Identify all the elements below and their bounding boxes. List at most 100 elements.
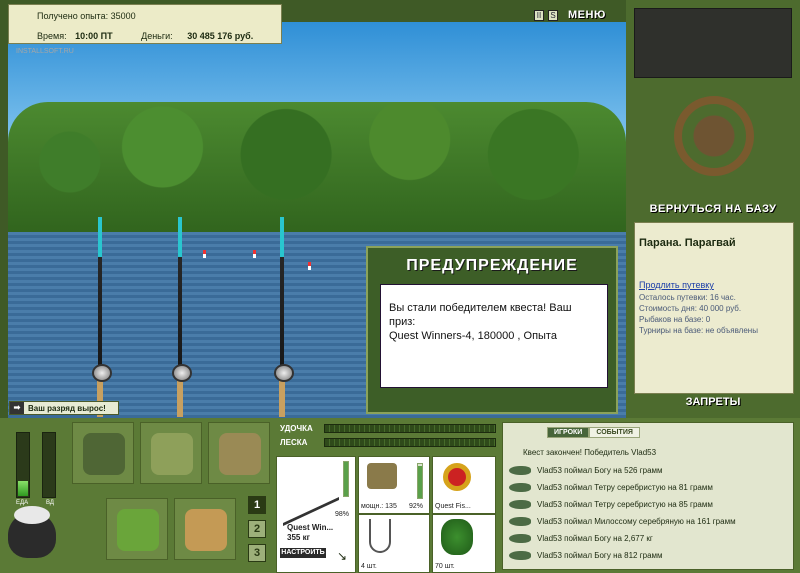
dialog-title: ПРЕДУПРЕЖДЕНИЕ	[406, 257, 578, 274]
tab-events[interactable]: СОБЫТИЯ	[589, 427, 640, 438]
arrow-icon: ➡	[10, 402, 24, 414]
line-slot[interactable]: Quest Fis...	[432, 456, 496, 514]
rod-percent: 98%	[335, 511, 350, 518]
log-tabs: ИГРОКИ СОБЫТИЯ	[547, 427, 640, 438]
bans-button[interactable]: ЗАПРЕТЫ	[626, 396, 800, 408]
money-label: Деньги:	[141, 31, 173, 41]
ad-area	[634, 8, 792, 78]
line-label: ЛЕСКА	[280, 438, 308, 447]
reel-icon	[172, 364, 192, 382]
fishing-rod-3[interactable]	[279, 217, 285, 417]
bait-icon	[441, 519, 473, 555]
backpack-slot[interactable]	[72, 422, 134, 484]
float-2	[253, 250, 256, 258]
menu-button[interactable]: МЕНЮ	[568, 9, 606, 21]
bucket-icon	[185, 509, 227, 551]
top-controls: II S МЕНЮ	[534, 8, 606, 22]
level-up-banner[interactable]: ➡ Ваш разряд вырос!	[9, 401, 119, 415]
dialog-line-2: Quest Winners-4, 180000 , Опыта	[389, 330, 557, 342]
hook-icon	[369, 519, 391, 553]
player-info-panel: Получено опыта: 35000 Время: 10:00 ПТ Де…	[8, 4, 282, 44]
dialog-message: Вы стали победителем квеста! Ваш приз: Q…	[380, 284, 608, 388]
reel-icon	[367, 463, 397, 489]
fish-icon	[509, 499, 531, 509]
reel-power: мощн.: 135	[361, 503, 397, 510]
page-2-button[interactable]: 2	[248, 520, 266, 538]
list-item: Vlad53 поймал Богу на 526 грамм	[509, 463, 663, 477]
location-info: Парана. Парагвай Продлить путевку Остало…	[634, 222, 794, 394]
reel-icon	[274, 364, 294, 382]
tune-button[interactable]: НАСТРОИТЬ	[280, 548, 326, 558]
reel-percent: 92%	[409, 503, 424, 510]
tournaments: Турниры на базе: не объявлены	[639, 326, 758, 335]
food-level	[18, 480, 28, 496]
arrow-down-right-icon[interactable]: ↘	[337, 549, 347, 563]
list-item: Vlad53 поймал Милоссому серебряную на 16…	[509, 514, 736, 528]
hook-count: 4 шт.	[361, 563, 377, 570]
float-3	[308, 262, 311, 270]
cooking-pot-icon[interactable]	[8, 506, 56, 558]
bucket-slot[interactable]	[174, 498, 236, 560]
dialog-line-1: Вы стали победителем квеста! Ваш приз:	[389, 302, 572, 328]
page-3-button[interactable]: 3	[248, 544, 266, 562]
reel-slot[interactable]: мощн.: 135 92%	[358, 456, 430, 514]
bag-slot[interactable]	[140, 422, 202, 484]
list-item: Vlad53 поймал Тетру серебристую на 81 гр…	[509, 480, 713, 494]
bait-label: ВД	[46, 500, 54, 506]
basket-icon	[117, 509, 159, 551]
tab-players[interactable]: ИГРОКИ	[547, 427, 590, 438]
food-meter	[16, 432, 30, 498]
time-label: Время:	[37, 31, 67, 41]
food-basket-slot[interactable]	[106, 498, 168, 560]
reel-icon	[92, 364, 112, 382]
rod-gauge	[343, 461, 349, 497]
extend-permit-link[interactable]: Продлить путевку	[639, 280, 714, 290]
warning-dialog[interactable]: ПРЕДУПРЕЖДЕНИЕ Вы стали победителем квес…	[366, 246, 618, 414]
time-money-row: Время: 10:00 ПТ Деньги: 30 485 176 руб.	[37, 31, 253, 41]
ship-wheel-icon[interactable]	[674, 96, 754, 176]
location-stats: Осталось путевки: 16 час. Стоимость дня:…	[639, 292, 758, 336]
float-1	[203, 250, 206, 258]
list-item: Vlad53 поймал Тетру серебристую на 85 гр…	[509, 497, 713, 511]
backpack-icon	[83, 433, 125, 475]
food-label: ЕДА	[16, 500, 29, 506]
location-name: Парана. Парагвай	[639, 237, 736, 249]
tools-icon	[219, 433, 261, 475]
permit-remaining: Осталось путевки: 16 час.	[639, 293, 736, 302]
pause-button[interactable]: II	[534, 9, 544, 21]
tackle-panel: УДОЧКА ЛЕСКА 98% Quest Win... 355 кг ↘ Н…	[276, 418, 498, 573]
return-to-base-button[interactable]: ВЕРНУТЬСЯ НА БАЗУ	[626, 203, 800, 215]
line-bar	[324, 438, 496, 447]
bottom-bar: ЕДА ВД 1 2 3 УДОЧКА ЛЕСКА 98% Quest Win.…	[0, 418, 800, 573]
page-1-button[interactable]: 1	[248, 496, 266, 514]
fish-icon	[509, 533, 531, 543]
rod-weight: 355 кг	[287, 533, 310, 542]
line-spool-icon	[443, 463, 471, 491]
fish-icon	[509, 482, 531, 492]
rod-bar	[324, 424, 496, 433]
sound-button[interactable]: S	[548, 9, 558, 21]
rod-name: Quest Win...	[287, 523, 334, 532]
fishing-rod-2[interactable]	[177, 217, 183, 417]
watermark: INSTALLSOFT.RU	[16, 48, 74, 55]
fish-icon	[509, 465, 531, 475]
time-value: 10:00 ПТ	[75, 31, 113, 41]
money-value: 30 485 176 руб.	[187, 31, 254, 41]
rod-label: УДОЧКА	[280, 424, 313, 433]
banner-text: Ваш разряд вырос!	[28, 403, 106, 413]
bait-slot[interactable]: 70 шт.	[432, 514, 496, 573]
fish-icon	[509, 550, 531, 560]
list-item: Vlad53 поймал Богу на 2,677 кг	[509, 531, 653, 545]
bait-meter	[42, 432, 56, 498]
bag-icon	[151, 433, 193, 475]
day-cost: Стоимость дня: 40 000 руб.	[639, 304, 742, 313]
fish-icon	[509, 516, 531, 526]
anglers-count: Рыбаков на базе: 0	[639, 315, 711, 324]
bait-count: 70 шт.	[435, 563, 455, 570]
hook-slot[interactable]: 4 шт.	[358, 514, 430, 573]
tools-slot[interactable]	[208, 422, 270, 484]
experience-text: Получено опыта: 35000	[37, 11, 136, 21]
fishing-rod-1[interactable]	[97, 217, 103, 417]
line-name: Quest Fis...	[435, 503, 471, 510]
list-item: Vlad53 поймал Богу на 812 грамм	[509, 548, 663, 562]
